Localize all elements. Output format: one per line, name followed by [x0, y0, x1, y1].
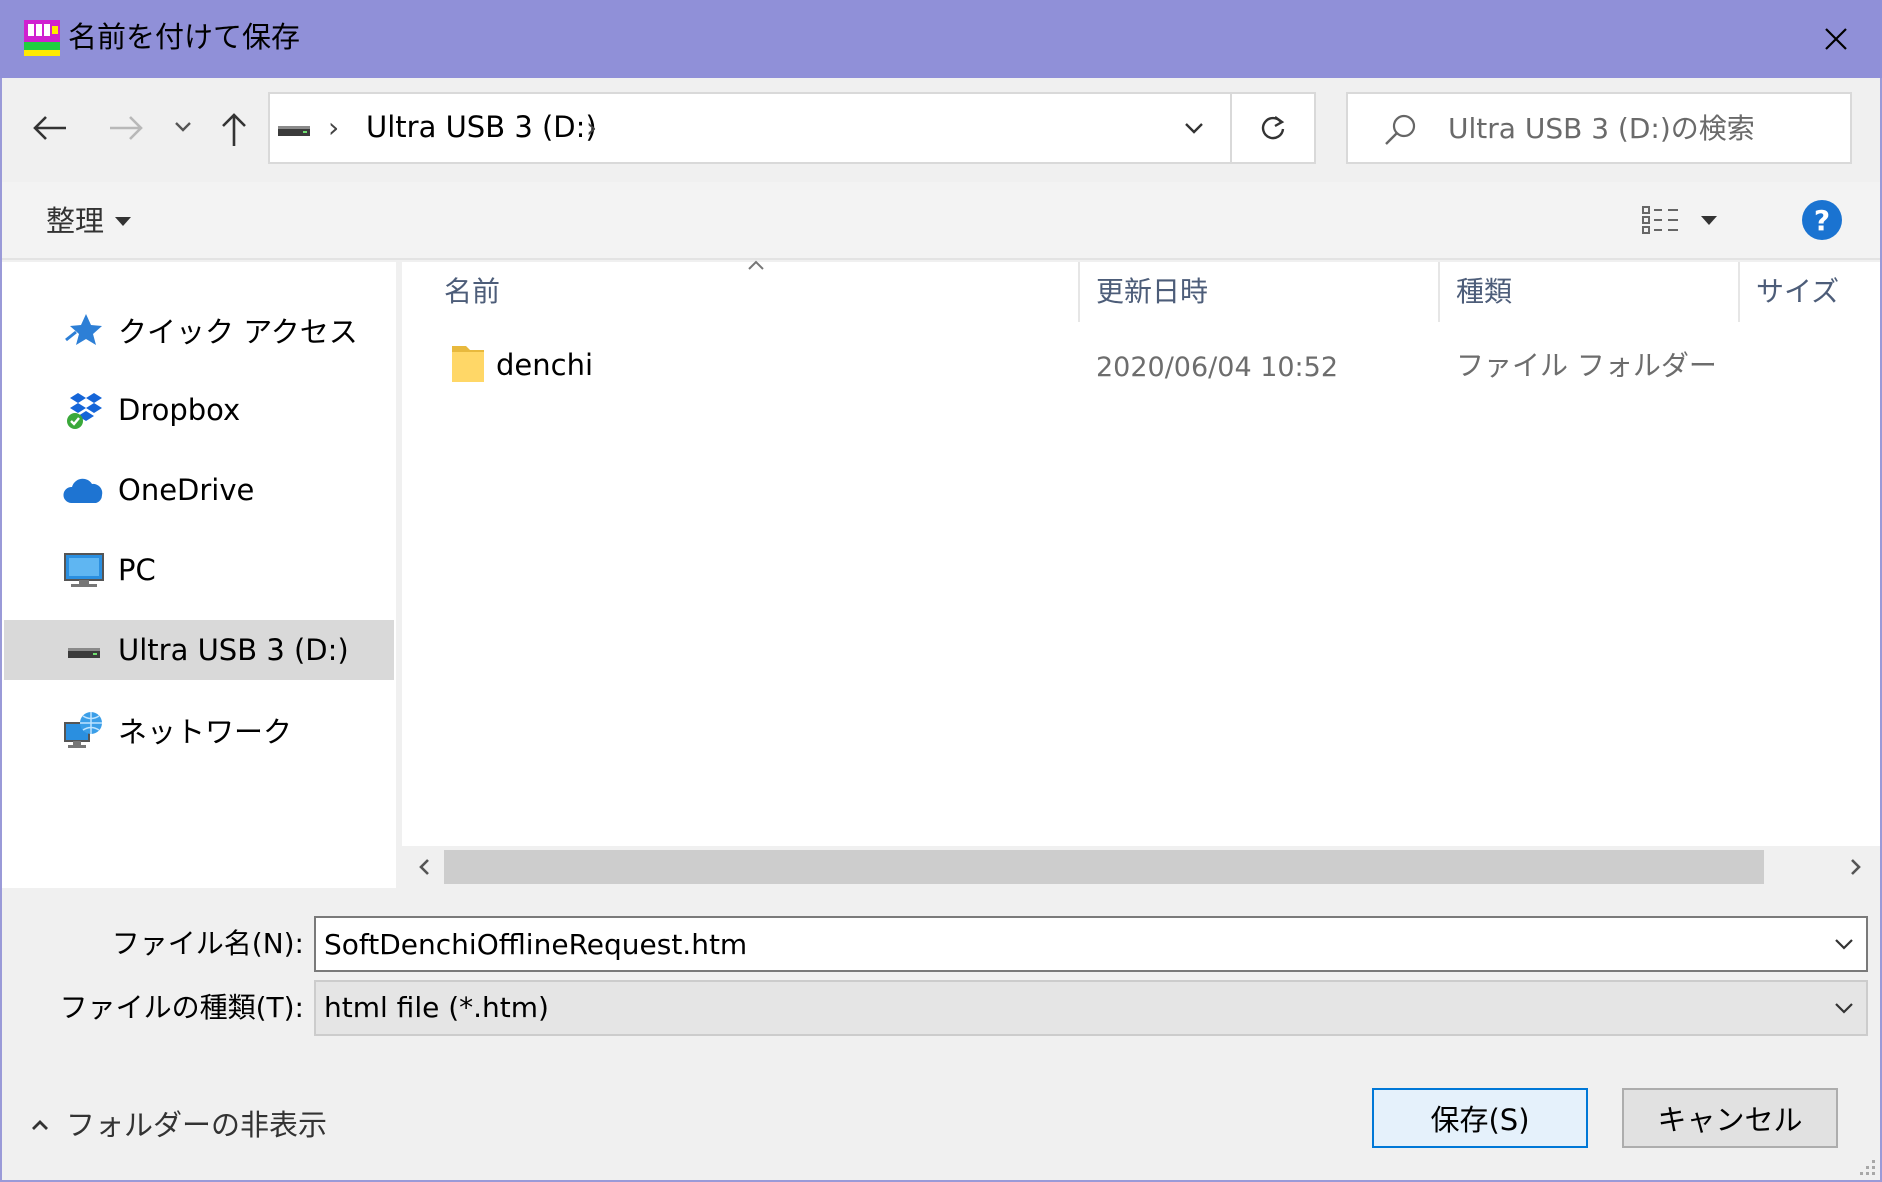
command-bar [2, 182, 1880, 260]
change-view-button[interactable] [1640, 196, 1750, 244]
filetype-label: ファイルの種類(T): [59, 991, 304, 1024]
resize-grip-icon[interactable] [1852, 1152, 1878, 1178]
nav-item-label: ネットワーク [118, 715, 293, 749]
save-button[interactable]: 保存(S) [1372, 1088, 1588, 1148]
arrow-left-icon [33, 116, 66, 140]
filename-dropdown-button[interactable] [1822, 922, 1866, 966]
window-title: 名前を付けて保存 [68, 20, 301, 54]
chevron-left-icon [419, 859, 429, 875]
star-icon [62, 308, 106, 352]
organize-button[interactable]: 整理 [46, 200, 132, 242]
drive-icon [276, 116, 312, 140]
column-header-name[interactable]: 名前 [432, 266, 1080, 324]
close-button[interactable] [1808, 16, 1864, 62]
file-type: ファイル フォルダー [1456, 349, 1717, 382]
filetype-dropdown-button[interactable] [1822, 986, 1866, 1030]
file-modified: 2020/06/04 10:52 [1096, 352, 1339, 383]
search-icon [1380, 110, 1420, 150]
navigation-pane: クイック アクセス Dropbox OneDrive PC Ultra USB … [2, 262, 396, 888]
app-icon [22, 18, 62, 58]
close-icon [1825, 28, 1847, 50]
chevron-right-icon [1851, 859, 1861, 875]
nav-item-label: PC [118, 553, 156, 587]
column-header-modified[interactable]: 更新日時 [1084, 266, 1440, 324]
help-icon: ? [1813, 203, 1831, 237]
chevron-down-icon [1835, 1003, 1853, 1014]
address-history-dropdown[interactable] [1172, 104, 1216, 152]
nav-item-ultra-usb[interactable]: Ultra USB 3 (D:) [4, 620, 394, 680]
forward-button[interactable] [104, 106, 148, 150]
cancel-button[interactable]: キャンセル [1622, 1088, 1838, 1148]
back-button[interactable] [28, 106, 72, 150]
filetype-value: html file (*.htm) [324, 991, 549, 1024]
caret-down-icon [1701, 216, 1717, 225]
scroll-right-button[interactable] [1836, 846, 1876, 888]
scrollbar-thumb[interactable] [444, 850, 1764, 884]
nav-item-label: Dropbox [118, 393, 241, 427]
nav-item-dropbox[interactable]: Dropbox [4, 380, 394, 440]
chevron-down-icon [1185, 123, 1203, 134]
nav-item-quick-access[interactable]: クイック アクセス [4, 300, 394, 360]
caret-down-icon [115, 217, 132, 226]
organize-label: 整理 [46, 204, 105, 238]
arrow-right-icon [110, 116, 143, 140]
monitor-icon [62, 548, 106, 592]
details-view-icon [1642, 206, 1678, 234]
chevron-down-icon [175, 122, 191, 132]
filename-label: ファイル名(N): [111, 927, 304, 960]
column-divider[interactable] [1078, 262, 1080, 322]
cloud-icon [62, 468, 106, 512]
dropbox-icon [62, 388, 106, 432]
network-icon [62, 708, 106, 752]
filename-input[interactable] [324, 922, 1814, 966]
nav-item-label: Ultra USB 3 (D:) [118, 633, 349, 667]
up-button[interactable] [212, 106, 256, 154]
nav-item-onedrive[interactable]: OneDrive [4, 460, 394, 520]
arrow-up-icon [222, 113, 246, 146]
hide-folders-label: フォルダーの非表示 [66, 1108, 328, 1142]
chevron-up-icon [32, 1120, 48, 1130]
refresh-button[interactable] [1232, 92, 1316, 164]
breadcrumb-separator[interactable]: › [586, 108, 597, 148]
breadcrumb-segment[interactable]: Ultra USB 3 (D:) [366, 106, 597, 148]
chevron-down-icon [1835, 939, 1853, 950]
recent-locations-button[interactable] [168, 112, 198, 142]
hide-folders-toggle[interactable]: フォルダーの非表示 [30, 1104, 327, 1146]
nav-item-pc[interactable]: PC [4, 540, 394, 600]
refresh-icon [1261, 116, 1285, 140]
scroll-left-button[interactable] [404, 846, 444, 888]
drive-icon [62, 628, 106, 672]
nav-item-label: クイック アクセス [118, 315, 358, 349]
nav-item-network[interactable]: ネットワーク [4, 700, 394, 760]
help-button[interactable]: ? [1802, 200, 1842, 240]
column-divider[interactable] [1438, 262, 1440, 322]
breadcrumb-separator[interactable]: › [328, 108, 339, 148]
nav-item-label: OneDrive [118, 473, 255, 507]
folder-icon [450, 342, 486, 384]
search-input[interactable] [1448, 108, 1838, 148]
column-header-size[interactable]: サイズ [1744, 266, 1880, 324]
column-header-type[interactable]: 種類 [1444, 266, 1740, 324]
file-name: denchi [496, 348, 594, 382]
column-divider[interactable] [1738, 262, 1740, 322]
